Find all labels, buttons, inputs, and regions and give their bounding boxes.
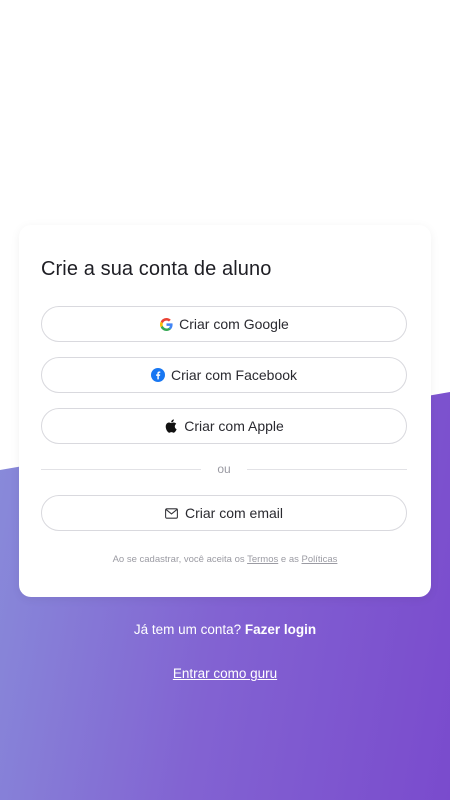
facebook-icon — [150, 368, 165, 382]
mail-icon — [165, 506, 179, 520]
policies-link[interactable]: Políticas — [302, 554, 338, 565]
apple-signup-button[interactable]: Criar com Apple — [41, 408, 407, 444]
login-link[interactable]: Fazer login — [245, 622, 316, 637]
guru-login-link[interactable]: Entrar como guru — [173, 666, 277, 681]
facebook-signup-button[interactable]: Criar com Facebook — [41, 357, 407, 393]
google-icon — [159, 317, 173, 331]
apple-icon — [164, 419, 178, 433]
or-divider: ou — [41, 461, 407, 477]
apple-signup-label: Criar com Apple — [184, 418, 284, 434]
terms-middle: e as — [280, 554, 299, 565]
divider-line-right — [247, 469, 407, 470]
login-prompt: Já tem um conta? Fazer login — [0, 622, 450, 637]
terms-link[interactable]: Termos — [247, 554, 278, 565]
terms-notice: Ao se cadastrar, você aceita os Termos e… — [19, 554, 431, 565]
guru-login: Entrar como guru — [0, 666, 450, 681]
email-signup-label: Criar com email — [184, 505, 283, 521]
login-prompt-text: Já tem um conta? — [133, 622, 242, 637]
google-signup-button[interactable]: Criar com Google — [41, 306, 407, 342]
google-signup-label: Criar com Google — [179, 316, 289, 332]
page-title: Crie a sua conta de aluno — [41, 258, 272, 280]
email-signup-button[interactable]: Criar com email — [41, 495, 407, 531]
facebook-signup-label: Criar com Facebook — [170, 367, 298, 383]
terms-prefix: Ao se cadastrar, você aceita os — [112, 554, 245, 565]
signup-card: Crie a sua conta de aluno Criar com Goog… — [19, 225, 431, 597]
